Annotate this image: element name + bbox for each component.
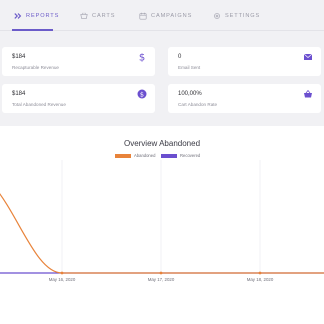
basket-icon [304,89,312,98]
stat-label: Total Abandoned Revenue [12,102,66,107]
stat-card-cart-abandon-rate: 100,00% Cart Abandon Rate [168,84,321,113]
tab-settings[interactable]: SETTINGS [213,0,260,31]
overview-chart-panel: Overview Abandoned Abandoned Recovered M… [0,126,324,324]
x-tick-label: May 17, 2020 [148,277,175,282]
stat-value: 100,00% [178,91,202,97]
stat-card-total-abandoned-revenue: $184 Total Abandoned Revenue $ [2,84,155,113]
stat-value: 0 [178,54,182,60]
money-icon: $ [137,89,147,99]
campaign-icon [139,12,147,20]
email-icon [303,53,313,60]
tab-campaigns[interactable]: CAMPAIGNS [139,0,192,31]
stat-label: Cart Abandon Rate [178,102,218,107]
tab-carts-label: CARTS [92,12,116,19]
svg-text:$: $ [139,53,145,63]
data-point-abandoned[interactable] [159,271,163,275]
stat-card-recapturable-revenue: $184 Recapturable Revenue $ [2,47,155,76]
settings-icon [214,12,220,19]
report-icon [14,12,22,19]
cart-icon [80,12,88,19]
overview-abandoned-chart: May 16, 2020 May 17, 2020 May 18, 2020 [0,160,324,282]
data-point-abandoned[interactable] [60,271,64,275]
svg-text:$: $ [140,90,144,98]
tab-carts[interactable]: CARTS [80,0,115,31]
tab-campaigns-label: CAMPAIGNS [151,12,193,19]
active-tab-indicator [12,29,53,31]
stat-label: Email Sent [178,65,201,70]
stat-value: $184 [12,54,26,60]
stat-label: Recapturable Revenue [12,65,59,70]
stat-card-email-sent: 0 Email Sent [168,47,321,76]
x-tick-label: May 18, 2020 [247,277,274,282]
tab-bar: REPORTS CARTS CAMPAIGNS SETTINGS [0,0,324,31]
tab-reports-label: REPORTS [26,12,60,19]
data-point-abandoned[interactable] [258,271,262,275]
tab-settings-label: SETTINGS [225,12,261,19]
tab-reports[interactable]: REPORTS [14,0,59,31]
x-tick-label: May 16, 2020 [49,277,76,282]
dollar-icon: $ [139,53,145,63]
series-line-abandoned [0,193,324,274]
stat-value: $184 [12,91,26,97]
